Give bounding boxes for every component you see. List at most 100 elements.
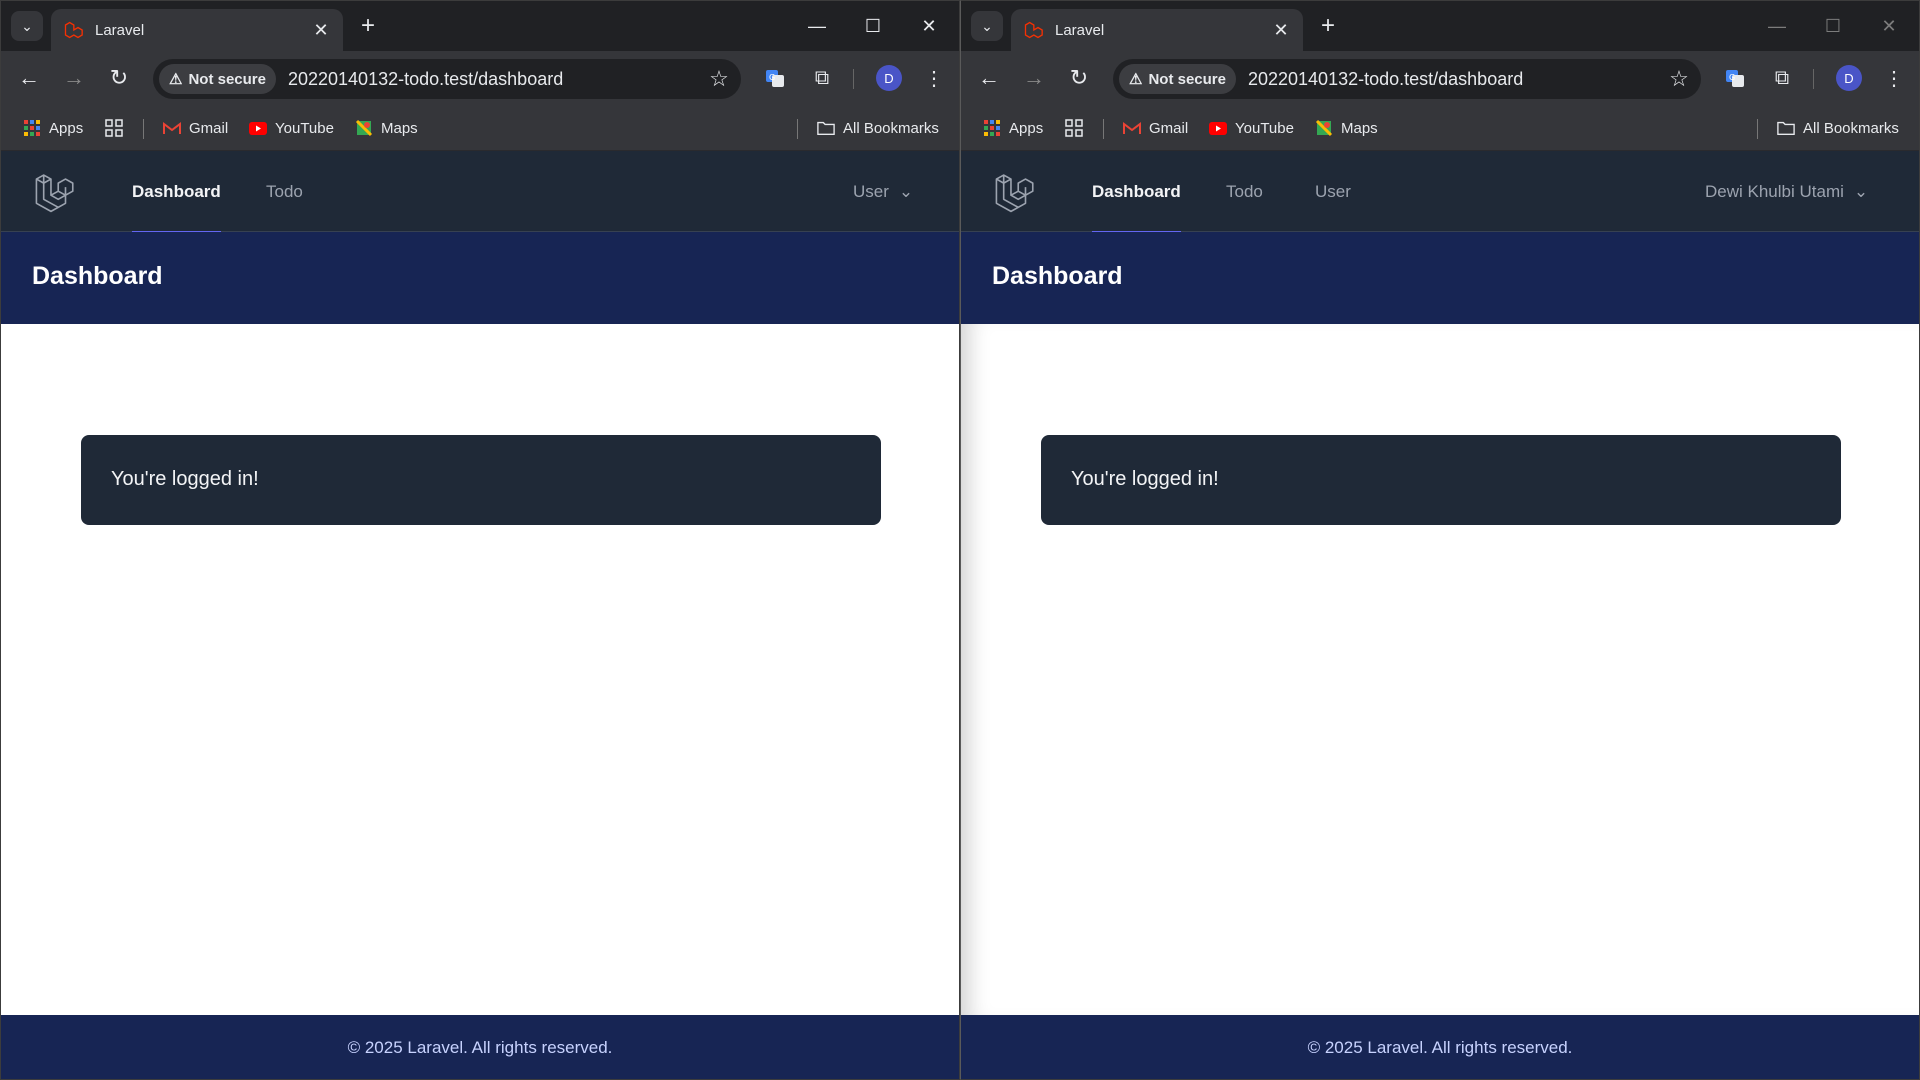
apps-grid-icon bbox=[983, 119, 1001, 137]
bookmark-youtube[interactable]: YouTube bbox=[1209, 115, 1294, 141]
laravel-favicon-icon bbox=[64, 21, 83, 39]
tab-groups-icon[interactable] bbox=[105, 115, 123, 141]
new-tab-button[interactable]: + bbox=[1313, 11, 1343, 41]
profile-avatar[interactable]: D bbox=[876, 65, 902, 91]
url-text[interactable]: 20220140132-todo.test/dashboard bbox=[1248, 69, 1663, 90]
back-button[interactable]: ← bbox=[972, 61, 1006, 95]
forward-button[interactable]: → bbox=[57, 61, 91, 95]
bookmark-all-bookmarks[interactable]: All Bookmarks bbox=[817, 115, 939, 141]
nav-todo[interactable]: Todo bbox=[266, 151, 303, 232]
tab-close-icon[interactable]: ✕ bbox=[1271, 20, 1291, 41]
bookmark-label: Apps bbox=[1009, 119, 1044, 137]
maximize-button[interactable]: ☐ bbox=[1805, 1, 1861, 51]
nav-dashboard[interactable]: Dashboard bbox=[1092, 151, 1181, 233]
bookmark-divider bbox=[797, 119, 798, 139]
bookmark-star-icon[interactable]: ☆ bbox=[703, 66, 735, 92]
apps-grid-icon bbox=[23, 119, 41, 137]
bookmark-label: YouTube bbox=[275, 119, 334, 137]
site-info-chip[interactable]: ⚠ Not secure bbox=[159, 64, 276, 94]
minimize-button[interactable]: — bbox=[789, 1, 845, 51]
bookmark-youtube[interactable]: YouTube bbox=[249, 115, 334, 141]
translate-icon[interactable]: G bbox=[1720, 63, 1750, 93]
extensions-icon[interactable]: ⧉ bbox=[1767, 63, 1797, 93]
tab-groups-icon[interactable] bbox=[1065, 115, 1083, 141]
bookmark-all-bookmarks[interactable]: All Bookmarks bbox=[1777, 115, 1899, 141]
folder-icon bbox=[817, 119, 835, 137]
bookmark-label: Gmail bbox=[1149, 119, 1189, 137]
title-bar: ⌄ Laravel ✕ + — ☐ ✕ bbox=[1, 1, 959, 51]
security-label: Not secure bbox=[1148, 70, 1226, 88]
app-navbar: Dashboard Todo User ⌄ bbox=[1, 151, 959, 233]
bookmark-gmail[interactable]: Gmail bbox=[1123, 115, 1188, 141]
menu-kebab-icon[interactable]: ⋮ bbox=[919, 63, 949, 93]
new-tab-button[interactable]: + bbox=[353, 11, 383, 41]
nav-user[interactable]: User bbox=[1315, 151, 1351, 232]
bookmark-label: Maps bbox=[381, 119, 418, 137]
toolbar-divider bbox=[1813, 69, 1814, 89]
page-title: Dashboard bbox=[32, 262, 163, 290]
svg-text:G: G bbox=[1729, 73, 1735, 82]
chevron-down-icon: ⌄ bbox=[981, 17, 993, 34]
chevron-down-icon: ⌄ bbox=[1853, 181, 1869, 201]
browser-tab[interactable]: Laravel ✕ bbox=[1011, 9, 1303, 51]
nav-dashboard[interactable]: Dashboard bbox=[132, 151, 221, 233]
user-menu-dropdown[interactable]: User ⌄ bbox=[853, 151, 913, 232]
bookmark-label: YouTube bbox=[1235, 119, 1294, 137]
gmail-icon bbox=[1123, 119, 1141, 137]
tab-title: Laravel bbox=[1055, 21, 1105, 39]
bookmark-apps[interactable]: Apps bbox=[983, 115, 1043, 141]
tab-search-button[interactable]: ⌄ bbox=[11, 11, 43, 41]
bookmark-label: All Bookmarks bbox=[843, 119, 939, 137]
bookmark-star-icon[interactable]: ☆ bbox=[1663, 66, 1695, 92]
title-bar: ⌄ Laravel ✕ + — ☐ ✕ bbox=[961, 1, 1919, 51]
folder-icon bbox=[1777, 119, 1795, 137]
close-window-button[interactable]: ✕ bbox=[901, 1, 957, 51]
browser-tab[interactable]: Laravel ✕ bbox=[51, 9, 343, 51]
browser-toolbar: ← → ↻ ⚠ Not secure 20220140132-todo.test… bbox=[1, 51, 959, 105]
minimize-button[interactable]: — bbox=[1749, 1, 1805, 51]
bookmark-label: Gmail bbox=[189, 119, 229, 137]
maximize-button[interactable]: ☐ bbox=[845, 1, 901, 51]
translate-icon[interactable]: G bbox=[760, 63, 790, 93]
forward-button[interactable]: → bbox=[1017, 61, 1051, 95]
tab-search-button[interactable]: ⌄ bbox=[971, 11, 1003, 41]
page-header: Dashboard bbox=[1, 232, 959, 324]
warning-icon: ⚠ bbox=[169, 71, 183, 88]
site-info-chip[interactable]: ⚠ Not secure bbox=[1119, 64, 1236, 94]
bookmark-apps[interactable]: Apps bbox=[23, 115, 83, 141]
status-message: You're logged in! bbox=[1071, 468, 1219, 490]
user-menu-dropdown[interactable]: Dewi Khulbi Utami ⌄ bbox=[1705, 151, 1868, 232]
svg-text:G: G bbox=[769, 73, 775, 82]
profile-avatar[interactable]: D bbox=[1836, 65, 1862, 91]
browser-window-right: ⌄ Laravel ✕ + — ☐ ✕ ← → ↻ ⚠ Not secure 2… bbox=[960, 0, 1920, 1080]
gmail-icon bbox=[163, 119, 181, 137]
user-menu-label: User bbox=[853, 181, 889, 201]
close-window-button[interactable]: ✕ bbox=[1861, 1, 1917, 51]
url-text[interactable]: 20220140132-todo.test/dashboard bbox=[288, 69, 703, 90]
bookmark-maps[interactable]: Maps bbox=[355, 115, 418, 141]
tab-close-icon[interactable]: ✕ bbox=[311, 20, 331, 41]
chevron-down-icon: ⌄ bbox=[21, 17, 33, 34]
address-bar[interactable]: ⚠ Not secure 20220140132-todo.test/dashb… bbox=[1113, 59, 1701, 99]
bookmark-maps[interactable]: Maps bbox=[1315, 115, 1378, 141]
bookmark-label: All Bookmarks bbox=[1803, 119, 1899, 137]
youtube-icon bbox=[1209, 119, 1227, 137]
reload-button[interactable]: ↻ bbox=[102, 61, 136, 95]
security-label: Not secure bbox=[188, 70, 266, 88]
address-bar[interactable]: ⚠ Not secure 20220140132-todo.test/dashb… bbox=[153, 59, 741, 99]
laravel-logo-icon[interactable] bbox=[34, 171, 76, 213]
youtube-icon bbox=[249, 119, 267, 137]
maps-icon bbox=[1315, 119, 1333, 137]
status-card: You're logged in! bbox=[1041, 435, 1841, 525]
nav-todo[interactable]: Todo bbox=[1226, 151, 1263, 232]
browser-window-left: ⌄ Laravel ✕ + — ☐ ✕ ← → ↻ ⚠ Not secure 2… bbox=[0, 0, 960, 1080]
bookmark-gmail[interactable]: Gmail bbox=[163, 115, 228, 141]
tab-title: Laravel bbox=[95, 21, 145, 39]
toolbar-divider bbox=[853, 69, 854, 89]
back-button[interactable]: ← bbox=[12, 61, 46, 95]
laravel-logo-icon[interactable] bbox=[994, 171, 1036, 213]
menu-kebab-icon[interactable]: ⋮ bbox=[1879, 63, 1909, 93]
extensions-icon[interactable]: ⧉ bbox=[807, 63, 837, 93]
chevron-down-icon: ⌄ bbox=[898, 181, 914, 201]
reload-button[interactable]: ↻ bbox=[1062, 61, 1096, 95]
